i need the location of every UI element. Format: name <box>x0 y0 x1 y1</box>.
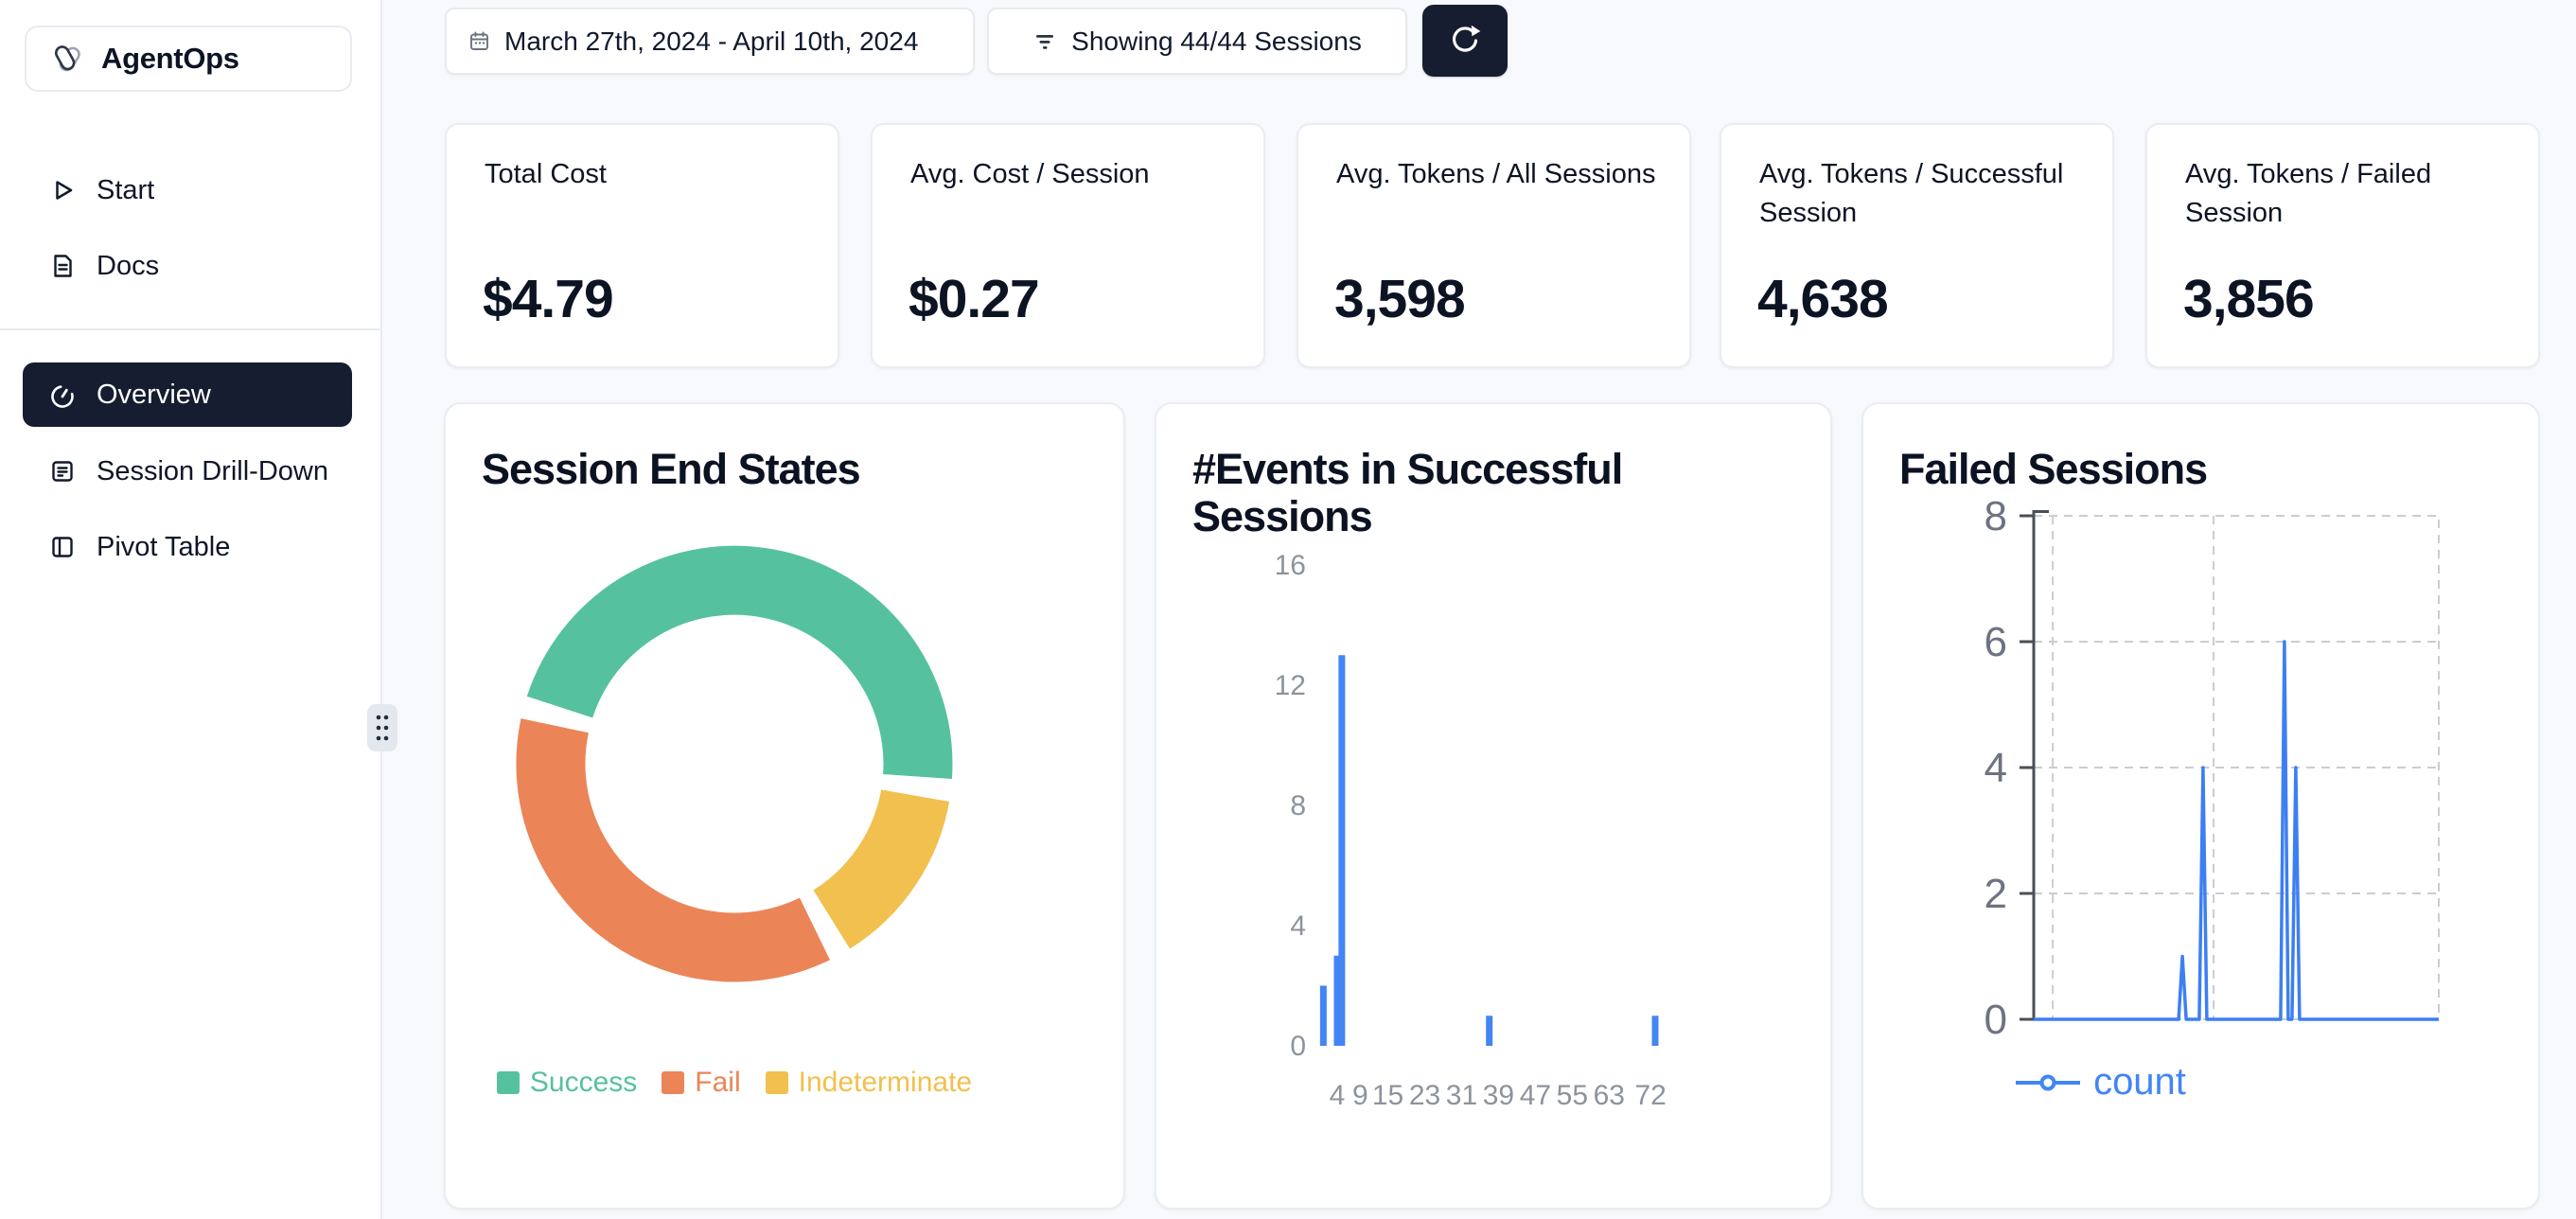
sidebar-item-label: Pivot Table <box>97 532 230 563</box>
sidebar-divider <box>0 328 382 330</box>
stat-value: 3,856 <box>2183 268 2314 330</box>
stat-value: $0.27 <box>909 268 1039 330</box>
sidebar-resize-grip[interactable] <box>367 704 397 751</box>
sidebar-item-docs[interactable]: Docs <box>23 238 352 293</box>
svg-text:9: 9 <box>1352 1080 1368 1111</box>
stat-label: Avg. Cost / Session <box>910 155 1237 194</box>
svg-text:4: 4 <box>1290 910 1306 942</box>
bar-chart: 1612840491523313947556372 <box>1156 404 1832 1210</box>
agentops-dashboard: AgentOps Start Docs <box>0 0 2576 1219</box>
svg-text:8: 8 <box>1985 493 2007 539</box>
refresh-button[interactable] <box>1422 5 1508 77</box>
sidebar-item-session-drill-down[interactable]: Session Drill-Down <box>23 444 352 499</box>
grip-dots-icon <box>367 704 397 751</box>
svg-text:63: 63 <box>1594 1080 1625 1111</box>
svg-text:4: 4 <box>1985 745 2007 791</box>
pivot-table-icon <box>49 534 76 560</box>
stat-value: 4,638 <box>1757 268 1888 330</box>
svg-text:55: 55 <box>1557 1080 1588 1111</box>
paperclip-logo-icon <box>51 42 85 76</box>
svg-text:8: 8 <box>1290 790 1306 822</box>
svg-text:2: 2 <box>1985 871 2007 917</box>
svg-text:16: 16 <box>1275 550 1306 581</box>
stat-card-total-cost: Total Cost $4.79 <box>445 123 839 368</box>
count-series-marker-icon <box>2014 1073 2082 1092</box>
events-in-successful-sessions-card: #Events in Successful Sessions 161284049… <box>1155 402 1832 1210</box>
date-range-label: March 27th, 2024 - April 10th, 2024 <box>504 26 918 57</box>
svg-text:0: 0 <box>1985 997 2007 1043</box>
legend-label: Fail <box>695 1067 740 1099</box>
stat-card-avg-tokens-failed: Avg. Tokens / Failed Session 3,856 <box>2145 123 2540 368</box>
docs-icon <box>49 253 76 279</box>
svg-text:0: 0 <box>1290 1031 1306 1062</box>
stat-card-avg-cost-session: Avg. Cost / Session $0.27 <box>871 123 1265 368</box>
filter-icon <box>1032 29 1057 54</box>
sidebar-item-start[interactable]: Start <box>23 163 352 218</box>
stat-value: $4.79 <box>483 268 613 330</box>
svg-text:15: 15 <box>1372 1080 1403 1111</box>
svg-text:31: 31 <box>1446 1080 1477 1111</box>
indeterminate-swatch-icon <box>766 1071 788 1094</box>
legend-item-success[interactable]: Success <box>497 1067 637 1099</box>
stat-label: Avg. Tokens / Successful Session <box>1759 155 2086 233</box>
stat-value: 3,598 <box>1334 268 1465 330</box>
svg-text:23: 23 <box>1409 1080 1440 1111</box>
legend-label: Indeterminate <box>799 1067 972 1099</box>
gauge-icon <box>49 381 76 408</box>
session-end-states-card: Session End States Success Fail Indeterm… <box>444 402 1125 1210</box>
sidebar-item-label: Docs <box>97 251 159 282</box>
donut-legend: Success Fail Indeterminate <box>450 1067 1018 1099</box>
stat-label: Total Cost <box>485 155 811 194</box>
stat-card-avg-tokens-successful: Avg. Tokens / Successful Session 4,638 <box>1720 123 2114 368</box>
fail-swatch-icon <box>662 1071 684 1094</box>
sidebar-item-label: Overview <box>97 380 211 411</box>
svg-text:6: 6 <box>1985 619 2007 665</box>
line-chart-legend-count[interactable]: count <box>1967 1061 2232 1104</box>
sidebar-item-pivot-table[interactable]: Pivot Table <box>23 520 352 574</box>
stat-card-avg-tokens-all: Avg. Tokens / All Sessions 3,598 <box>1297 123 1691 368</box>
session-drill-down-icon <box>49 458 76 485</box>
stat-label: Avg. Tokens / Failed Session <box>2185 155 2512 233</box>
app-title: AgentOps <box>101 42 239 76</box>
sidebar-item-overview[interactable]: Overview <box>23 362 352 427</box>
sidebar-item-label: Start <box>97 175 154 206</box>
success-swatch-icon <box>497 1071 520 1094</box>
legend-label: count <box>2093 1061 2186 1104</box>
sessions-filter-button[interactable]: Showing 44/44 Sessions <box>987 8 1407 75</box>
sessions-filter-label: Showing 44/44 Sessions <box>1071 26 1362 57</box>
legend-item-fail[interactable]: Fail <box>662 1067 740 1099</box>
legend-label: Success <box>530 1067 637 1099</box>
svg-text:4: 4 <box>1330 1080 1346 1111</box>
refresh-icon <box>1445 21 1485 61</box>
legend-item-indeterminate[interactable]: Indeterminate <box>766 1067 972 1099</box>
sidebar: AgentOps Start Docs <box>0 0 382 1219</box>
failed-sessions-card: Failed Sessions 02468 count <box>1861 402 2540 1210</box>
date-range-button[interactable]: March 27th, 2024 - April 10th, 2024 <box>445 8 975 75</box>
sidebar-item-label: Session Drill-Down <box>97 456 328 487</box>
svg-text:72: 72 <box>1634 1080 1666 1111</box>
logo[interactable]: AgentOps <box>25 26 352 92</box>
play-icon <box>49 177 76 203</box>
svg-text:12: 12 <box>1275 670 1306 701</box>
svg-text:47: 47 <box>1520 1080 1551 1111</box>
svg-text:39: 39 <box>1483 1080 1514 1111</box>
calendar-icon <box>468 30 490 52</box>
stat-label: Avg. Tokens / All Sessions <box>1336 155 1663 194</box>
